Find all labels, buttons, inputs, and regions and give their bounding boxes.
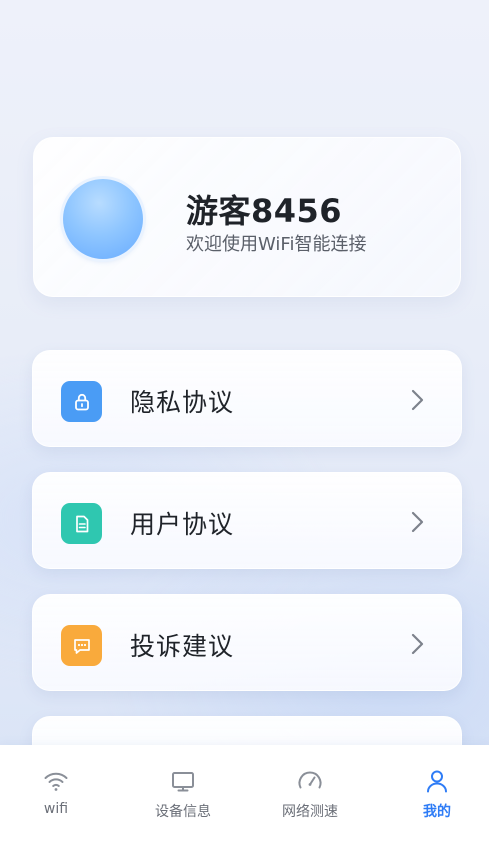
chevron-right-icon [411,633,424,655]
user-icon [427,770,447,793]
avatar[interactable] [63,179,143,259]
tab-mine[interactable]: 我的 [382,767,489,827]
monitor-icon [172,772,194,792]
menu-item-privacy[interactable]: 隐私协议 [32,350,462,447]
menu-item-label: 用户协议 [130,510,235,539]
profile-card[interactable]: 游客8456 欢迎使用WiFi智能连接 [33,137,461,297]
document-icon [61,503,102,544]
message-icon [61,625,102,666]
tab-label: wifi [43,801,69,817]
tab-speed-test[interactable]: 网络测速 [255,767,365,827]
menu-item-label: 隐私协议 [130,388,235,417]
menu-item-label: 投诉建议 [130,632,235,661]
tab-label: 我的 [423,804,451,820]
wifi-icon [44,772,68,791]
username: 游客8456 [186,192,343,230]
bottom-tab-bar: wifi 设备信息 网络测速 我的 [0,745,489,864]
speedometer-icon [298,771,322,789]
chevron-right-icon [411,389,424,411]
tab-wifi[interactable]: wifi [1,767,111,827]
welcome-text: 欢迎使用WiFi智能连接 [186,234,367,255]
tab-label: 设备信息 [155,804,211,820]
menu-item-feedback[interactable]: 投诉建议 [32,594,462,691]
lock-icon [61,381,102,422]
menu-item-user-agreement[interactable]: 用户协议 [32,472,462,569]
chevron-right-icon [411,511,424,533]
tab-device-info[interactable]: 设备信息 [128,767,238,827]
tab-label: 网络测速 [282,804,338,820]
